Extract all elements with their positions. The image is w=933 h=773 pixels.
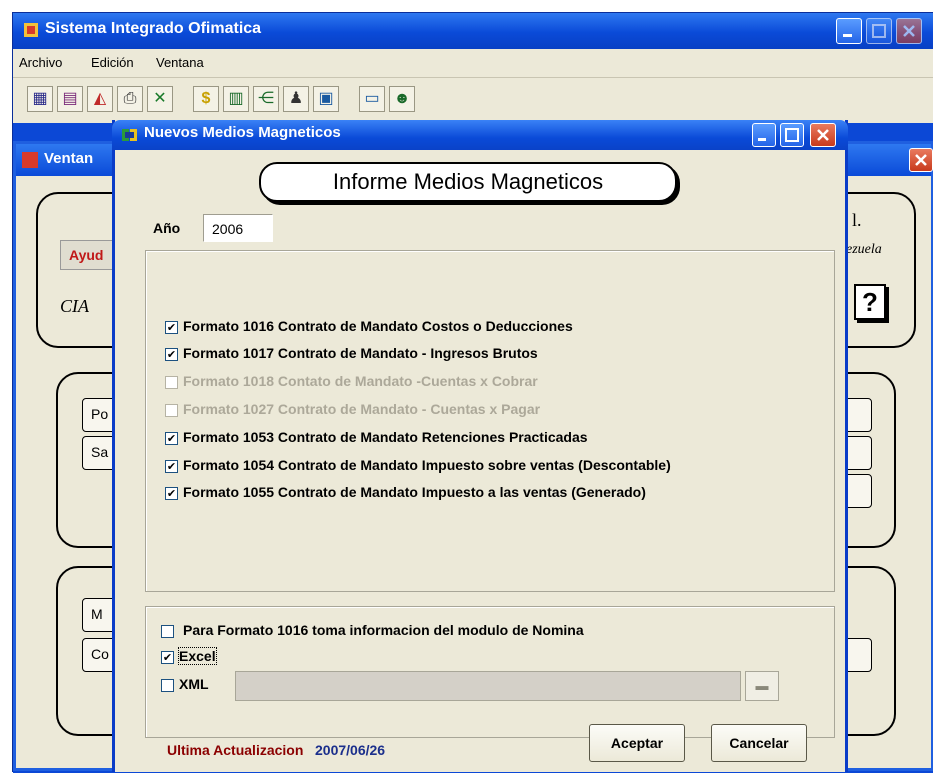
monitors-icon[interactable]: ▭ bbox=[359, 86, 385, 112]
printer-icon[interactable]: ⎙ bbox=[117, 86, 143, 112]
xml-path-input[interactable] bbox=[235, 671, 741, 701]
format-1016-label: Formato 1016 Contrato de Mandato Costos … bbox=[183, 318, 573, 334]
window-icon bbox=[22, 152, 38, 168]
maximize-button[interactable] bbox=[866, 18, 892, 44]
app-icon bbox=[23, 22, 39, 38]
menu-archivo[interactable]: Archivo bbox=[19, 55, 62, 70]
dialog-titlebar[interactable]: Nuevos Medios Magneticos bbox=[112, 120, 848, 150]
accept-button[interactable]: Aceptar bbox=[589, 724, 685, 762]
last-update-value: 2007/06/26 bbox=[315, 742, 386, 758]
format-1027-checkbox bbox=[165, 404, 178, 417]
menu-edicion[interactable]: Edición bbox=[91, 55, 134, 70]
dialog-app-icon bbox=[122, 127, 138, 143]
year-input[interactable]: 2006 bbox=[203, 214, 273, 242]
formats-group bbox=[145, 250, 835, 592]
excel-label: Excel bbox=[178, 647, 217, 665]
format-1027-label: Formato 1027 Contrato de Mandato - Cuent… bbox=[183, 401, 541, 417]
year-label: Año bbox=[153, 220, 181, 236]
report-heading: Informe Medios Magneticos bbox=[259, 162, 677, 202]
excel-checkbox[interactable]: ✔ bbox=[161, 651, 174, 664]
tree-icon[interactable]: ⋲ bbox=[253, 86, 279, 112]
format-1016-checkbox[interactable]: ✔ bbox=[165, 321, 178, 334]
nomina-label: Para Formato 1016 toma informacion del m… bbox=[183, 622, 584, 638]
cancel-button[interactable]: Cancelar bbox=[711, 724, 807, 762]
dialog-maximize-button[interactable] bbox=[780, 123, 804, 147]
format-1053-label: Formato 1053 Contrato de Mandato Retenci… bbox=[183, 429, 588, 445]
minimize-button[interactable] bbox=[836, 18, 862, 44]
format-1054-label: Formato 1054 Contrato de Mandato Impuest… bbox=[183, 457, 671, 473]
toolbar: ▦ ▤ ◭ ⎙ ✕ $ ▥ ⋲ ♟ ▣ ▭ ☻ bbox=[13, 77, 933, 123]
dialog-title: Nuevos Medios Magneticos bbox=[144, 124, 341, 141]
menu-ventana[interactable]: Ventana bbox=[156, 55, 204, 70]
close-button[interactable] bbox=[896, 18, 922, 44]
dialog-body: Informe Medios Magneticos Año 2006 ✔ For… bbox=[115, 150, 845, 772]
xml-label: XML bbox=[179, 676, 209, 692]
nuevos-medios-dialog: Nuevos Medios Magneticos Informe Medios … bbox=[112, 120, 848, 772]
background-window-title: Ventan bbox=[44, 150, 94, 167]
cia-label: CIA bbox=[60, 296, 89, 316]
format-1017-checkbox[interactable]: ✔ bbox=[165, 348, 178, 361]
xml-checkbox[interactable] bbox=[161, 679, 174, 692]
format-1017-label: Formato 1017 Contrato de Mandato - Ingre… bbox=[183, 345, 538, 361]
last-update-label: Ultima Actualizacion bbox=[167, 742, 304, 758]
dollar-icon[interactable]: $ bbox=[193, 86, 219, 112]
user-icon[interactable]: ☻ bbox=[389, 86, 415, 112]
nomina-checkbox[interactable] bbox=[161, 625, 174, 638]
window-icon[interactable]: ▣ bbox=[313, 86, 339, 112]
chart-icon[interactable]: ◭ bbox=[87, 86, 113, 112]
excel-icon[interactable]: ✕ bbox=[147, 86, 173, 112]
dialog-close-button[interactable] bbox=[810, 123, 836, 147]
background-close-button[interactable] bbox=[909, 148, 933, 172]
format-1055-checkbox[interactable]: ✔ bbox=[165, 487, 178, 500]
calculator-icon[interactable]: ▦ bbox=[27, 86, 53, 112]
grid-icon[interactable]: ▥ bbox=[223, 86, 249, 112]
format-1018-checkbox bbox=[165, 376, 178, 389]
folder-browse-icon[interactable]: ▬ bbox=[745, 671, 779, 701]
format-1018-label: Formato 1018 Contato de Mandato -Cuentas… bbox=[183, 373, 538, 389]
format-1054-checkbox[interactable]: ✔ bbox=[165, 460, 178, 473]
help-icon[interactable]: ? bbox=[854, 284, 886, 320]
menu-bar: Archivo Edición Ventana bbox=[13, 49, 933, 77]
main-titlebar[interactable]: Sistema Integrado Ofimatica bbox=[13, 13, 933, 49]
dialog-minimize-button[interactable] bbox=[752, 123, 776, 147]
format-1053-checkbox[interactable]: ✔ bbox=[165, 432, 178, 445]
app-title: Sistema Integrado Ofimatica bbox=[45, 20, 262, 37]
right-text-1: l. bbox=[852, 210, 862, 230]
book-icon[interactable]: ▤ bbox=[57, 86, 83, 112]
format-1055-label: Formato 1055 Contrato de Mandato Impuest… bbox=[183, 484, 646, 500]
people-icon[interactable]: ♟ bbox=[283, 86, 309, 112]
right-text-2: ezuela bbox=[846, 242, 882, 257]
